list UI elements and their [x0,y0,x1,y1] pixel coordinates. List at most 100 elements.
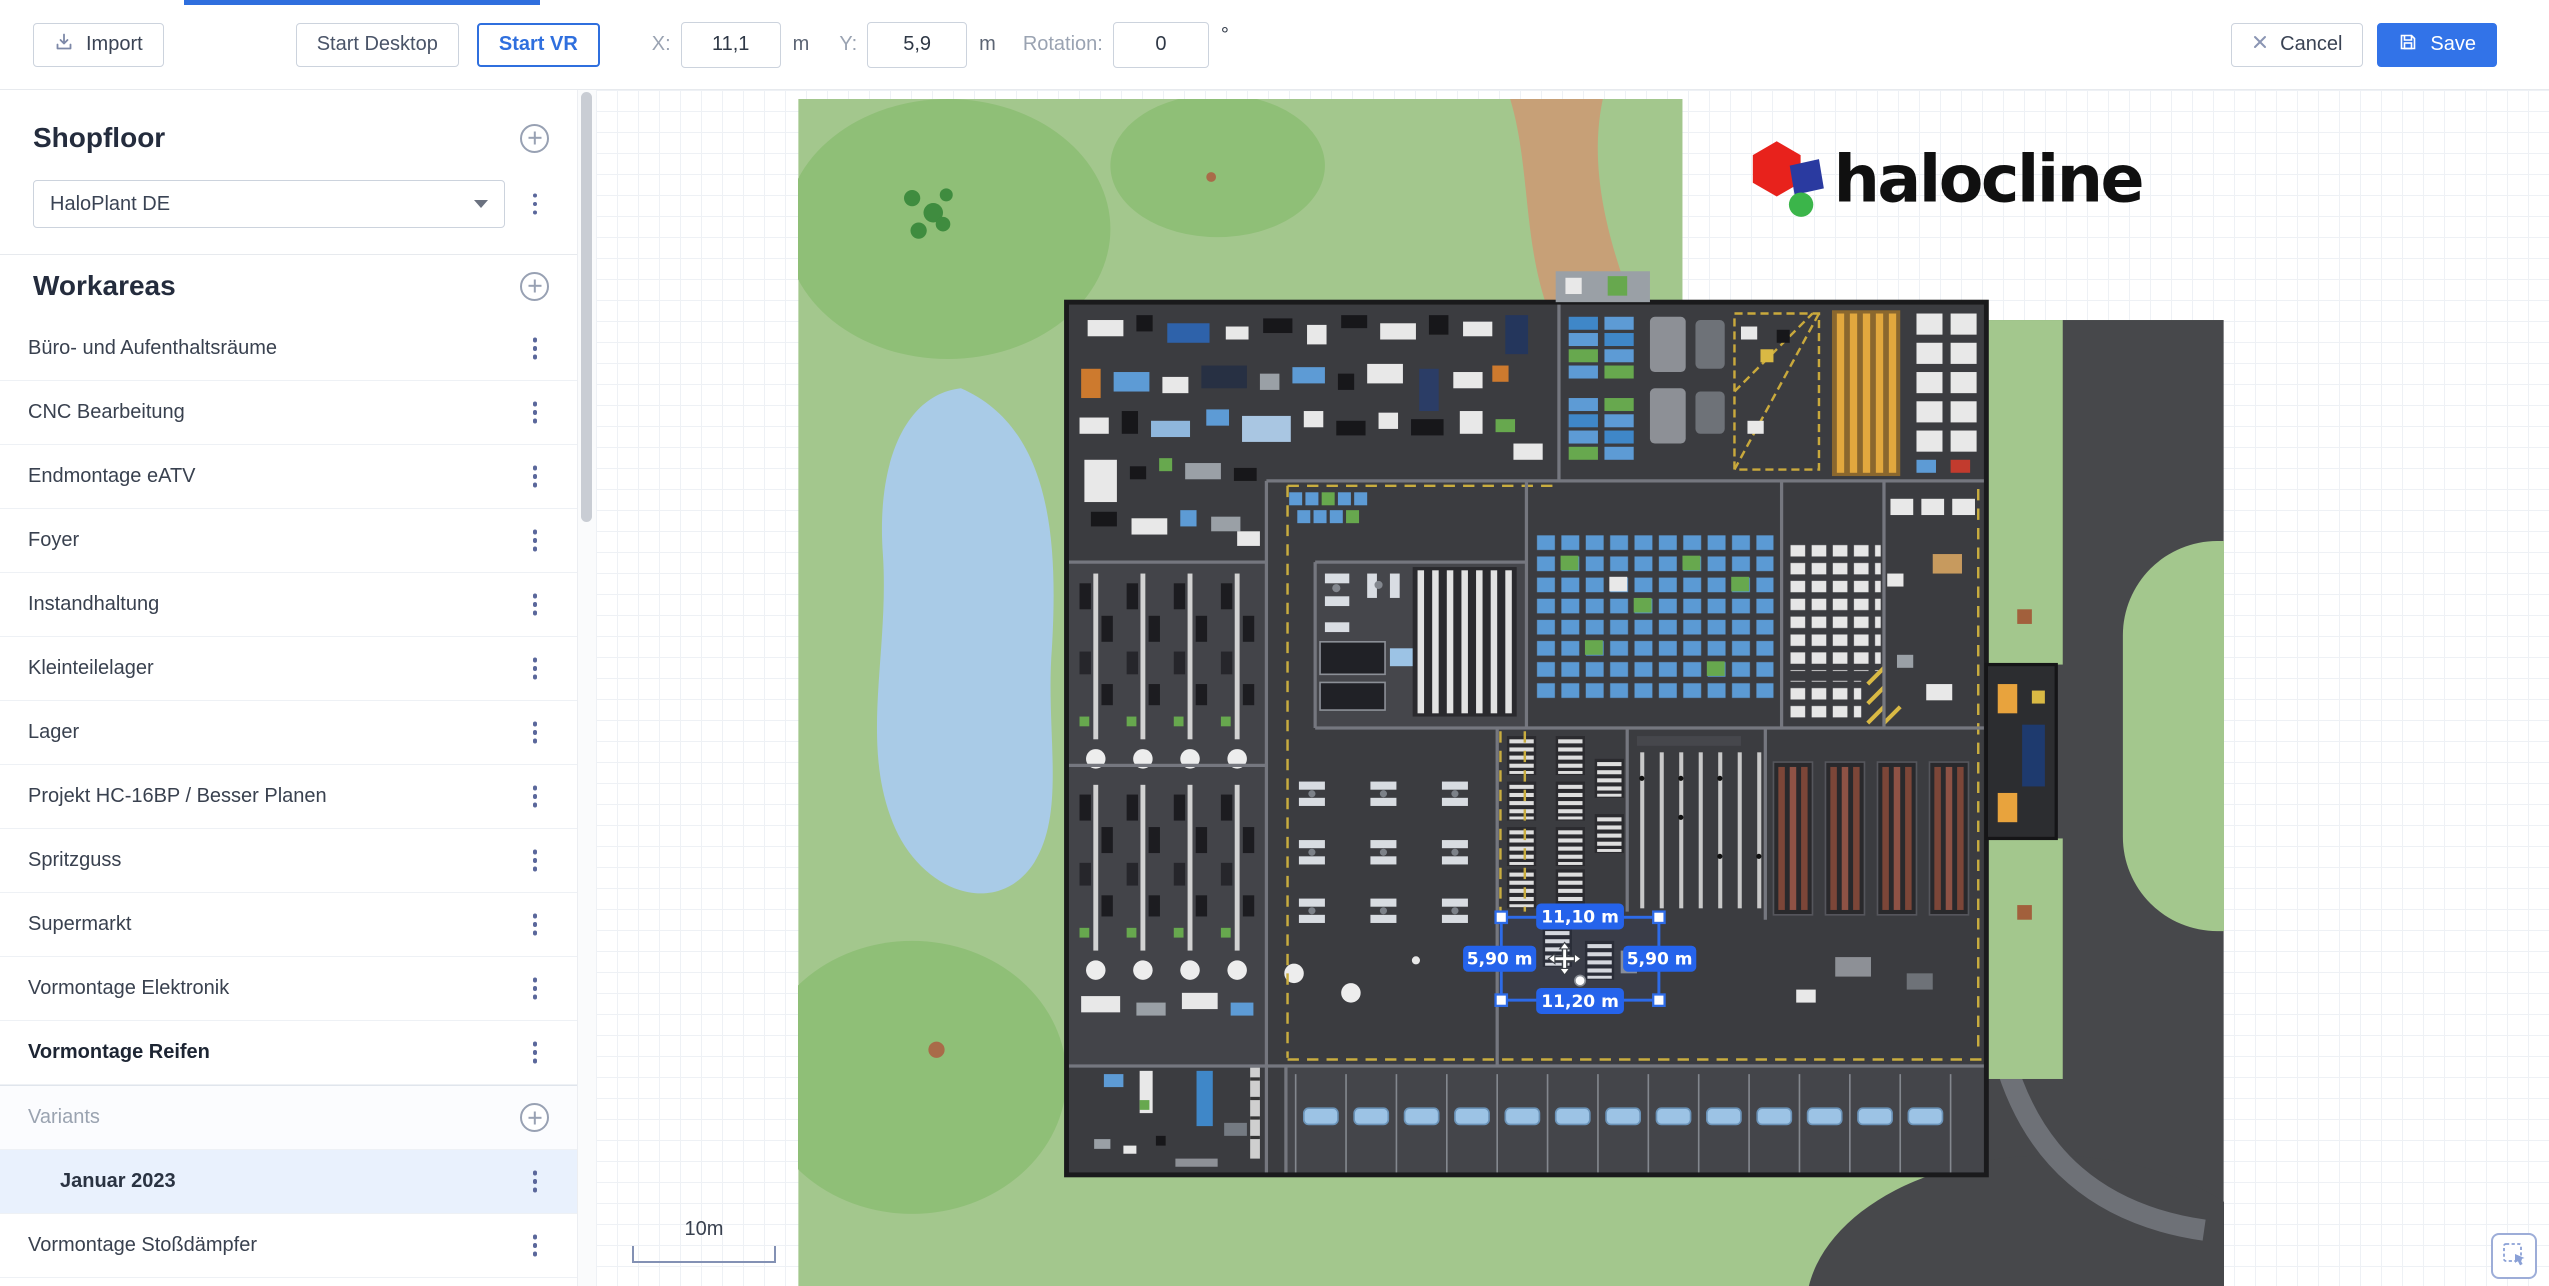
x-input[interactable] [681,22,781,68]
forklift [1998,684,2018,713]
workarea-item[interactable]: Spritzguss [0,829,577,893]
start-desktop-label: Start Desktop [317,33,438,56]
kebab-menu-icon[interactable] [521,654,549,684]
workarea-item-selected[interactable]: Vormontage Reifen [0,1021,577,1085]
variant-label: Januar 2023 [60,1170,521,1193]
workarea-label: Foyer [28,529,521,552]
plant-select-row: HaloPlant DE [0,180,577,255]
kebab-menu-icon[interactable] [521,462,549,492]
import-button[interactable]: Import [33,23,164,67]
selection-handle-br[interactable] [1653,994,1664,1005]
scrollbar-thumb[interactable] [581,92,592,522]
rotation-input[interactable] [1113,22,1209,68]
floorplan-scene[interactable]: halocline [798,99,2224,1286]
kebab-menu-icon[interactable] [521,398,549,428]
cancel-button[interactable]: Cancel [2231,23,2363,67]
workarea-item[interactable]: Lager [0,701,577,765]
dimension-label-right: 5,90 m [1623,946,1696,972]
workarea-item[interactable]: Supermarkt [0,893,577,957]
shopfloor-header: Shopfloor [0,90,577,180]
workarea-item[interactable]: Foyer [0,509,577,573]
kebab-menu-icon[interactable] [521,1038,549,1068]
workarea-label: Endmontage eATV [28,465,521,488]
y-label: Y: [839,33,857,56]
pond [877,388,1054,893]
sidebar: Shopfloor HaloPlant DE Workareas Büro- u… [0,90,577,1286]
plant-select-value: HaloPlant DE [50,193,170,216]
start-vr-button[interactable]: Start VR [477,23,600,67]
kebab-menu-icon[interactable] [521,782,549,812]
select-tool-button[interactable] [2491,1233,2537,1279]
x-position-field: X: m [652,22,810,68]
rotation-field: Rotation: ° [1023,22,1229,68]
forklift [1998,793,2018,822]
side-building [1986,665,2056,839]
workarea-item[interactable]: Kleinteilelager [0,637,577,701]
rotation-handle[interactable] [1575,975,1585,985]
plant-kebab-menu-icon[interactable] [521,189,549,219]
workarea-item[interactable]: Wege [0,1278,577,1286]
selection-box[interactable]: 11,10 m 5,90 m 5,90 m 11,20 m [1463,903,1696,1014]
x-unit: m [793,33,810,56]
dimension-label-left: 5,90 m [1463,946,1536,972]
svg-text:11,20 m: 11,20 m [1541,992,1619,1012]
app-root: Import Start Desktop Start VR X: m Y: m … [0,0,2549,1286]
selection-handle-tl[interactable] [1496,912,1507,923]
workarea-label: Büro- und Aufenthaltsräume [28,337,521,360]
floorplan-canvas[interactable]: halocline [596,90,2549,1286]
workarea-label: Instandhaltung [28,593,521,616]
import-icon [54,32,74,58]
kebab-menu-icon[interactable] [521,846,549,876]
workarea-label: Spritzguss [28,849,521,872]
selection-handle-tr[interactable] [1653,912,1664,923]
workarea-label: Projekt HC-16BP / Besser Planen [28,785,521,808]
kebab-menu-icon[interactable] [521,974,549,1004]
workarea-item[interactable]: Endmontage eATV [0,445,577,509]
workarea-label: Lager [28,721,521,744]
workarea-item[interactable]: Instandhaltung [0,573,577,637]
workarea-item[interactable]: Vormontage Stoßdämpfer [0,1214,577,1278]
start-desktop-button[interactable]: Start Desktop [296,23,459,67]
kebab-menu-icon[interactable] [521,1167,549,1197]
toolbar: Import Start Desktop Start VR X: m Y: m … [0,0,2549,90]
add-shopfloor-button[interactable] [520,124,549,153]
add-workarea-button[interactable] [520,272,549,301]
x-label: X: [652,33,671,56]
y-unit: m [979,33,996,56]
y-position-field: Y: m [839,22,995,68]
sidebar-scrollbar[interactable] [577,90,596,1286]
y-input[interactable] [867,22,967,68]
svg-text:5,90 m: 5,90 m [1467,950,1533,970]
scale-label: 10m [685,1218,724,1240]
top-accent-bar [184,0,540,5]
workarea-item[interactable]: Büro- und Aufenthaltsräume [0,317,577,381]
workarea-item[interactable]: CNC Bearbeitung [0,381,577,445]
workarea-label: Kleinteilelager [28,657,521,680]
svg-text:11,10 m: 11,10 m [1541,907,1619,927]
plant-select[interactable]: HaloPlant DE [33,180,505,228]
workarea-item[interactable]: Projekt HC-16BP / Besser Planen [0,765,577,829]
add-variant-button[interactable] [520,1103,549,1132]
rotation-unit: ° [1221,24,1229,47]
workarea-item[interactable]: Vormontage Elektronik [0,957,577,1021]
workarea-label: Vormontage Elektronik [28,977,521,1000]
kebab-menu-icon[interactable] [521,718,549,748]
workarea-label: Vormontage Reifen [28,1041,521,1064]
pallet-storage [1536,535,1773,704]
save-button[interactable]: Save [2377,23,2497,67]
selection-handle-bl[interactable] [1496,994,1507,1005]
save-label: Save [2430,33,2476,56]
svg-text:5,90 m: 5,90 m [1627,950,1693,970]
kebab-menu-icon[interactable] [521,334,549,364]
logo-circle [1789,192,1813,216]
workareas-title: Workareas [33,270,176,302]
kebab-menu-icon[interactable] [521,526,549,556]
kebab-menu-icon[interactable] [521,590,549,620]
workarea-label: Supermarkt [28,913,521,936]
kebab-menu-icon[interactable] [521,1231,549,1261]
marquee-cursor-icon [2501,1241,2528,1271]
shopfloor-title: Shopfloor [33,122,165,154]
variant-item[interactable]: Januar 2023 [0,1150,577,1214]
scale-bracket [632,1246,776,1263]
kebab-menu-icon[interactable] [521,910,549,940]
